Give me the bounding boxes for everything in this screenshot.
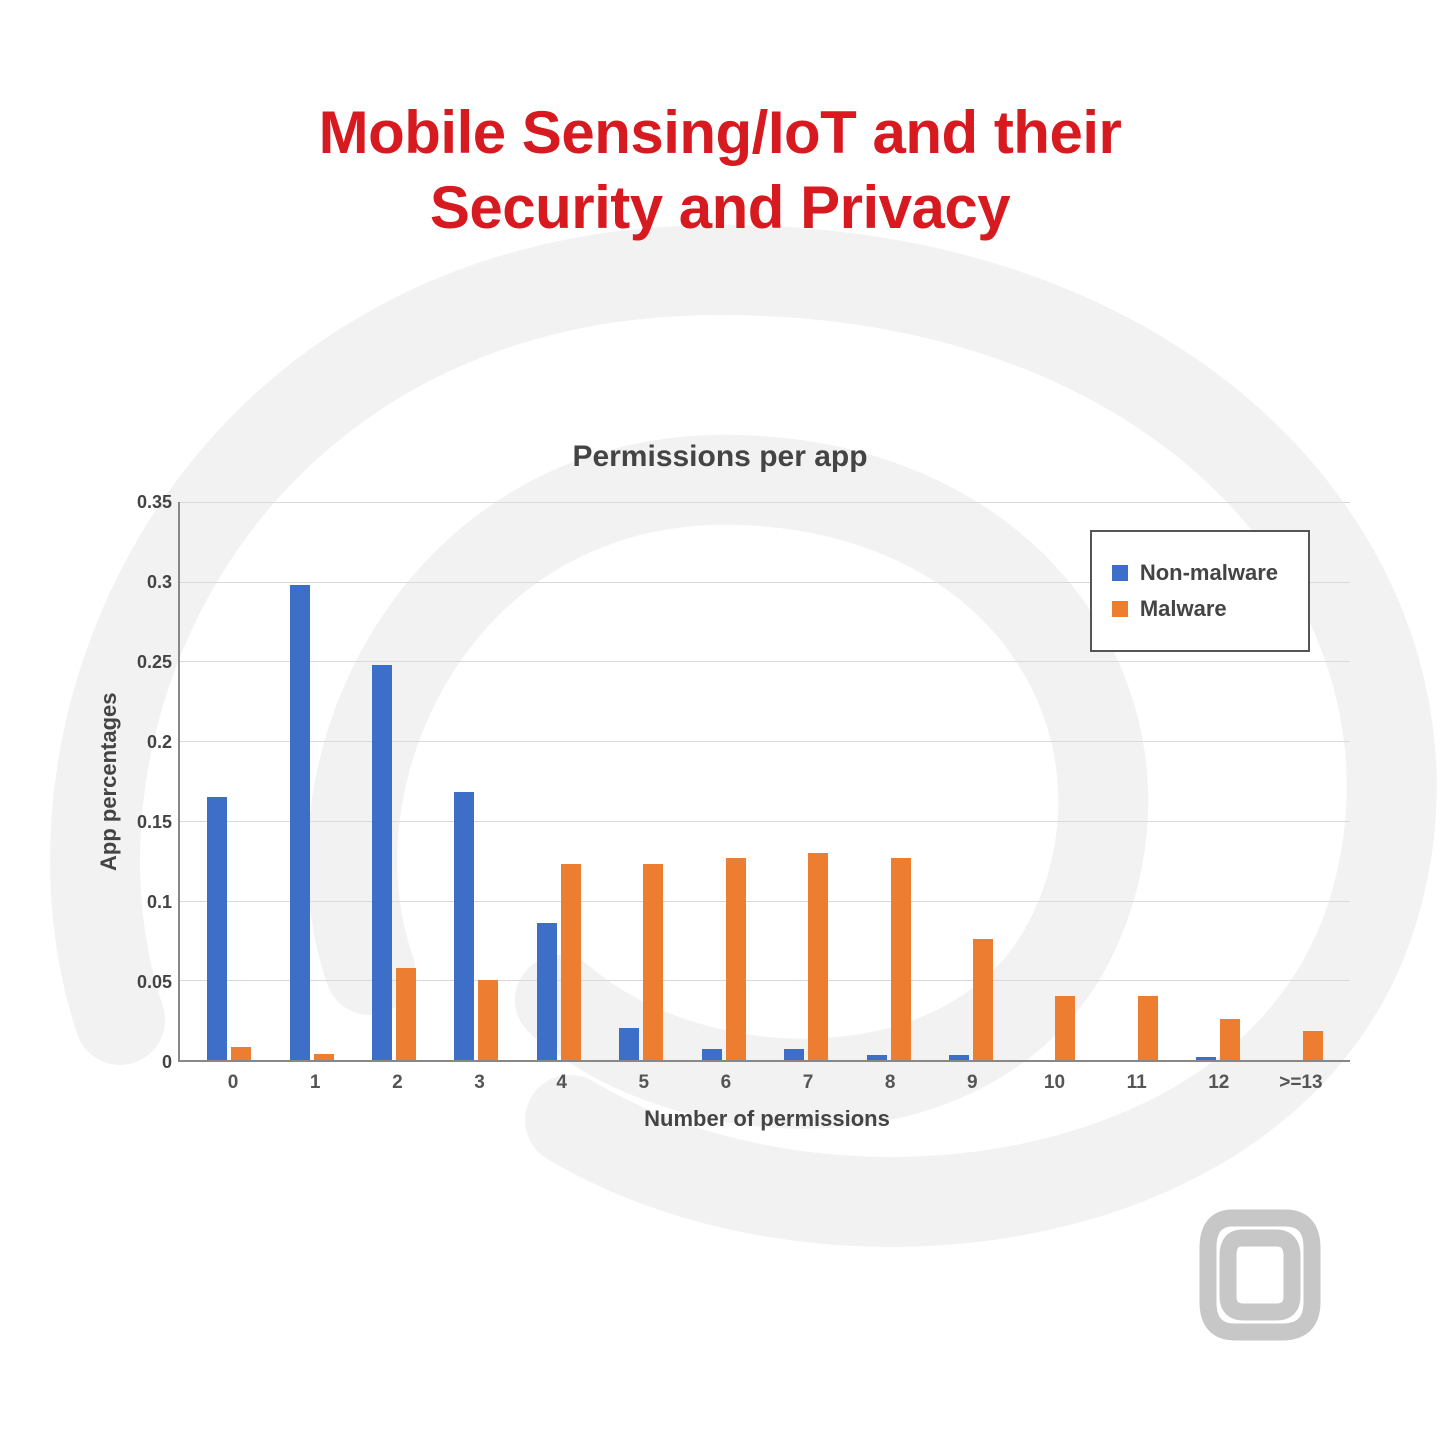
xtick: 12 [1178,1072,1260,1094]
xtick: >=13 [1260,1072,1342,1094]
bar-malware [396,968,416,1060]
category-group [188,502,270,1060]
xtick: 7 [767,1072,849,1094]
bar-non-malware [784,1049,804,1060]
category-group [683,502,765,1060]
chart-legend: Non-malware Malware [1090,530,1310,652]
bar-malware [643,864,663,1060]
bar-non-malware [867,1055,887,1060]
bar-malware [561,864,581,1060]
y-axis-label: App percentages [90,502,122,1062]
xtick: 0 [192,1072,274,1094]
x-axis-ticks: 0123456789101112>=13 [184,1062,1350,1094]
bar-malware [231,1047,251,1060]
xtick: 4 [521,1072,603,1094]
legend-item-malware: Malware [1112,596,1278,622]
xtick: 10 [1013,1072,1095,1094]
legend-swatch-malware [1112,601,1128,617]
legend-label-malware: Malware [1140,596,1227,622]
bar-malware [314,1054,334,1060]
xtick: 8 [849,1072,931,1094]
chart-container: Permissions per app Non-malware Malware … [90,440,1350,1120]
bar-malware [1220,1019,1240,1060]
bar-non-malware [949,1055,969,1060]
category-group [930,502,1012,1060]
bar-non-malware [207,797,227,1060]
xtick: 6 [685,1072,767,1094]
category-group [435,502,517,1060]
bar-malware [1138,996,1158,1060]
bar-non-malware [702,1049,722,1060]
category-group [765,502,847,1060]
y-axis-ticks: 0.35 0.3 0.25 0.2 0.15 0.1 0.05 0 [122,502,178,1062]
x-axis-label: Number of permissions [90,1106,1350,1132]
category-group [270,502,352,1060]
title-line-2: Security and Privacy [430,174,1010,241]
bar-non-malware [1196,1057,1216,1060]
legend-swatch-non-malware [1112,565,1128,581]
category-group [600,502,682,1060]
title-line-1: Mobile Sensing/IoT and their [319,99,1122,166]
bar-non-malware [372,665,392,1060]
bar-malware [1303,1031,1323,1060]
legend-label-non-malware: Non-malware [1140,560,1278,586]
bar-malware [973,939,993,1060]
chart-title: Permissions per app [90,440,1350,474]
bar-malware [1055,996,1075,1060]
xtick: 5 [603,1072,685,1094]
bar-malware [726,858,746,1060]
bar-non-malware [537,923,557,1060]
bar-malware [891,858,911,1060]
xtick: 3 [438,1072,520,1094]
category-group [847,502,929,1060]
page-title: Mobile Sensing/IoT and their Security an… [0,95,1440,245]
xtick: 1 [274,1072,356,1094]
xtick: 9 [931,1072,1013,1094]
bar-non-malware [619,1028,639,1060]
category-group [353,502,435,1060]
legend-item-non-malware: Non-malware [1112,560,1278,586]
logo-o-icon [1190,1200,1330,1350]
bar-malware [808,853,828,1060]
bar-non-malware [290,585,310,1060]
xtick: 11 [1096,1072,1178,1094]
xtick: 2 [356,1072,438,1094]
category-group [518,502,600,1060]
bar-malware [478,980,498,1060]
bar-non-malware [454,792,474,1060]
category-group [1012,502,1094,1060]
